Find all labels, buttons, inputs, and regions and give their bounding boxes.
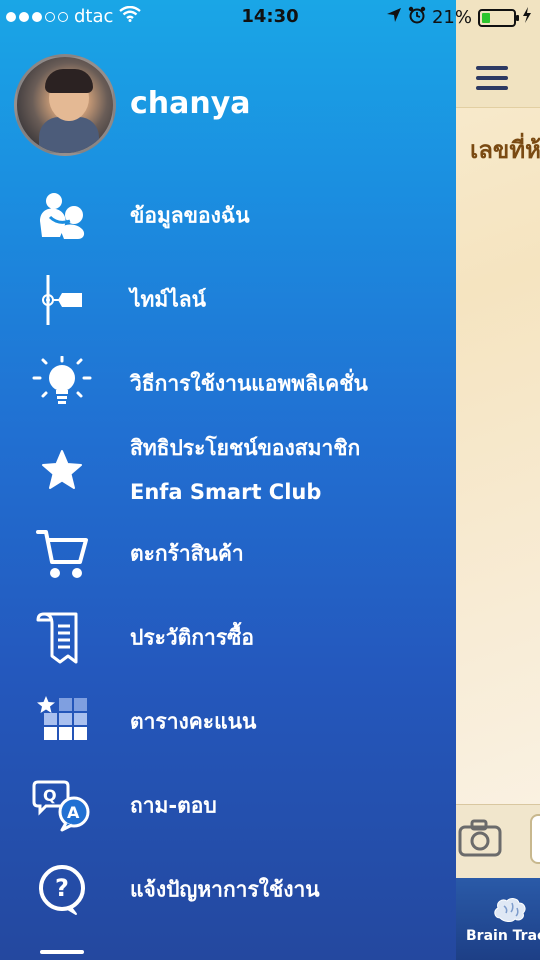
- mother-child-icon: [30, 188, 94, 244]
- alarm-icon: [408, 6, 426, 29]
- menu-label-timeline: ไทม์ไลน์: [130, 287, 207, 312]
- avatar[interactable]: [14, 54, 116, 156]
- menu-label-enfa-smart-club: Enfa Smart Club: [130, 480, 322, 504]
- status-bar: dtac 14:30 21%: [0, 0, 540, 36]
- menu-label-purchase-history: ประวัติการซื้อ: [130, 625, 254, 650]
- profile-name[interactable]: chanya: [130, 86, 251, 121]
- menu-item-member-benefits[interactable]: สิทธิประโยชน์ของสมาชิก Enfa Smart Club: [0, 426, 456, 514]
- menu-label-cart: ตะกร้าสินค้า: [130, 541, 244, 566]
- menu-item-timeline[interactable]: ไทม์ไลน์: [0, 258, 456, 342]
- camera-icon[interactable]: [458, 818, 502, 858]
- next-item-icon-partial: [40, 950, 84, 954]
- charging-icon: [522, 7, 532, 28]
- location-arrow-icon: [386, 7, 402, 28]
- menu-label-member-benefits: สิทธิประโยชน์ของสมาชิก: [130, 436, 361, 460]
- star-icon: [30, 442, 94, 498]
- leaderboard-icon: [30, 694, 94, 750]
- menu-item-cart[interactable]: ตะกร้าสินค้า: [0, 512, 456, 596]
- menu-item-qa[interactable]: Q A ถาม-ตอบ: [0, 764, 456, 848]
- menu-item-leaderboard[interactable]: ตารางคะแนน: [0, 680, 456, 764]
- cart-icon: [30, 526, 94, 582]
- menu-item-how-to-use[interactable]: วิธีการใช้งานแอพพลิเคชั่น: [0, 342, 456, 426]
- menu-item-report-problem[interactable]: ? แจ้งปัญหาการใช้งาน: [0, 848, 456, 932]
- tab-brain-track[interactable]: Brain Track: [466, 928, 540, 944]
- svg-text:Q: Q: [43, 786, 57, 805]
- menu-label-leaderboard: ตารางคะแนน: [130, 709, 257, 734]
- message-input[interactable]: [530, 814, 540, 864]
- lightbulb-icon: [30, 356, 94, 412]
- svg-text:A: A: [67, 803, 80, 822]
- battery-percent: 21%: [431, 7, 472, 28]
- qa-icon: Q A: [30, 778, 94, 834]
- background-title: เลขที่ห้อ: [470, 136, 540, 164]
- menu-label-how-to-use: วิธีการใช้งานแอพพลิเคชั่น: [130, 371, 368, 396]
- help-icon: ?: [30, 862, 94, 918]
- svg-text:?: ?: [55, 874, 69, 902]
- timeline-icon: [30, 272, 94, 328]
- menu-label-report-problem: แจ้งปัญหาการใช้งาน: [130, 877, 320, 902]
- battery-icon: [478, 8, 519, 27]
- brain-icon[interactable]: [492, 896, 528, 924]
- menu-item-purchase-history[interactable]: ประวัติการซื้อ: [0, 596, 456, 680]
- receipt-icon: [30, 610, 94, 666]
- hamburger-menu-icon[interactable]: [476, 66, 508, 92]
- menu-label-my-info: ข้อมูลของฉัน: [130, 203, 250, 228]
- menu-label-qa: ถาม-ตอบ: [130, 793, 217, 818]
- menu-item-my-info[interactable]: ข้อมูลของฉัน: [0, 174, 456, 258]
- side-drawer: chanya ข้อมูลของฉัน ไทม์ไลน์ วิธีการใช้ง…: [0, 0, 456, 960]
